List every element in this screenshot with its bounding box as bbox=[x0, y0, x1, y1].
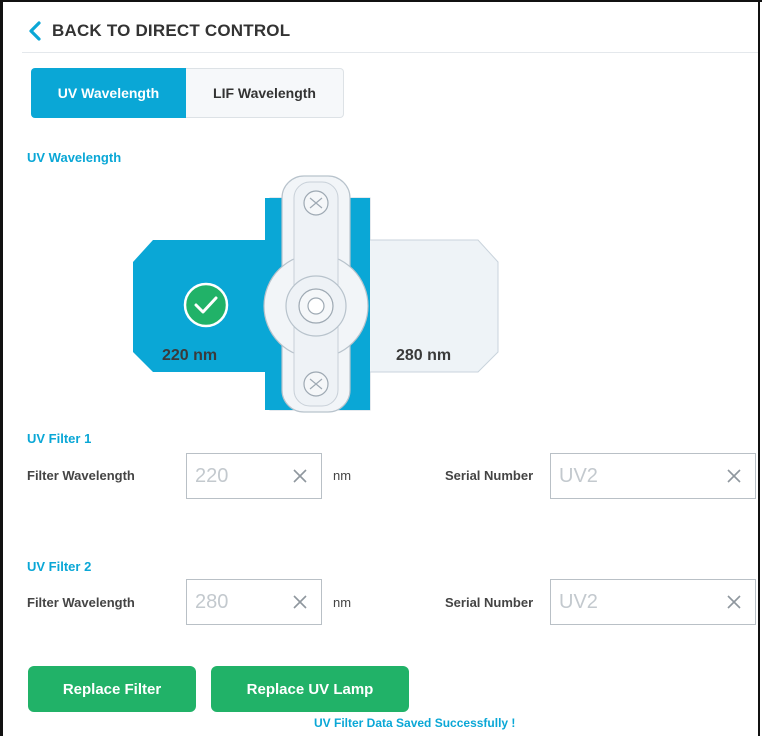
window-frame-left bbox=[0, 0, 3, 736]
replace-filter-button[interactable]: Replace Filter bbox=[28, 666, 196, 712]
filter1-unit: nm bbox=[333, 468, 352, 483]
filter2-serial-value: UV2 bbox=[559, 590, 598, 613]
filter1-serial-label: Serial Number bbox=[445, 468, 534, 483]
back-to-direct-control-link[interactable]: BACK TO DIRECT CONTROL bbox=[26, 20, 290, 42]
filter2-wavelength-value: 280 bbox=[195, 590, 229, 613]
header-divider bbox=[22, 52, 758, 53]
chevron-left-icon bbox=[29, 21, 41, 41]
uv-filter-2-title: UV Filter 2 bbox=[27, 559, 92, 574]
window-frame-right bbox=[758, 0, 760, 736]
filter2-wavelength-input[interactable]: 280 bbox=[186, 579, 322, 625]
filter2-serial-label: Serial Number bbox=[445, 595, 534, 610]
filter2-serial-input[interactable]: UV2 bbox=[550, 579, 756, 625]
screw-icon bbox=[303, 190, 329, 216]
section-title: UV Wavelength bbox=[27, 150, 122, 165]
back-link-label: BACK TO DIRECT CONTROL bbox=[52, 21, 291, 40]
filter2-unit: nm bbox=[333, 595, 352, 610]
filter-left-label: 220 nm bbox=[162, 347, 217, 364]
filter1-wavelength-label: Filter Wavelength bbox=[27, 468, 135, 483]
tab-uv-wavelength[interactable]: UV Wavelength bbox=[31, 68, 186, 118]
filter-wheel-graphic: 220 nm 280 nm bbox=[133, 175, 499, 413]
close-icon[interactable] bbox=[719, 461, 749, 491]
filter1-wavelength-value: 220 bbox=[195, 464, 229, 487]
filter2-wavelength-label: Filter Wavelength bbox=[27, 595, 135, 610]
screw-icon bbox=[303, 371, 329, 397]
uv-filter-1-title: UV Filter 1 bbox=[27, 431, 92, 446]
filter1-serial-input[interactable]: UV2 bbox=[550, 453, 756, 499]
filter1-wavelength-input[interactable]: 220 bbox=[186, 453, 322, 499]
replace-uv-lamp-button[interactable]: Replace UV Lamp bbox=[211, 666, 409, 712]
close-icon[interactable] bbox=[285, 461, 315, 491]
close-icon[interactable] bbox=[285, 587, 315, 617]
status-message: UV Filter Data Saved Successfully ! bbox=[314, 716, 516, 730]
filter1-serial-value: UV2 bbox=[559, 464, 598, 487]
window-frame-top bbox=[0, 0, 762, 2]
filter-right-label: 280 nm bbox=[396, 347, 451, 364]
check-circle-icon bbox=[183, 282, 229, 328]
close-icon[interactable] bbox=[719, 587, 749, 617]
wavelength-tabs: UV Wavelength LIF Wavelength bbox=[31, 68, 344, 118]
tab-lif-wavelength[interactable]: LIF Wavelength bbox=[186, 68, 344, 118]
